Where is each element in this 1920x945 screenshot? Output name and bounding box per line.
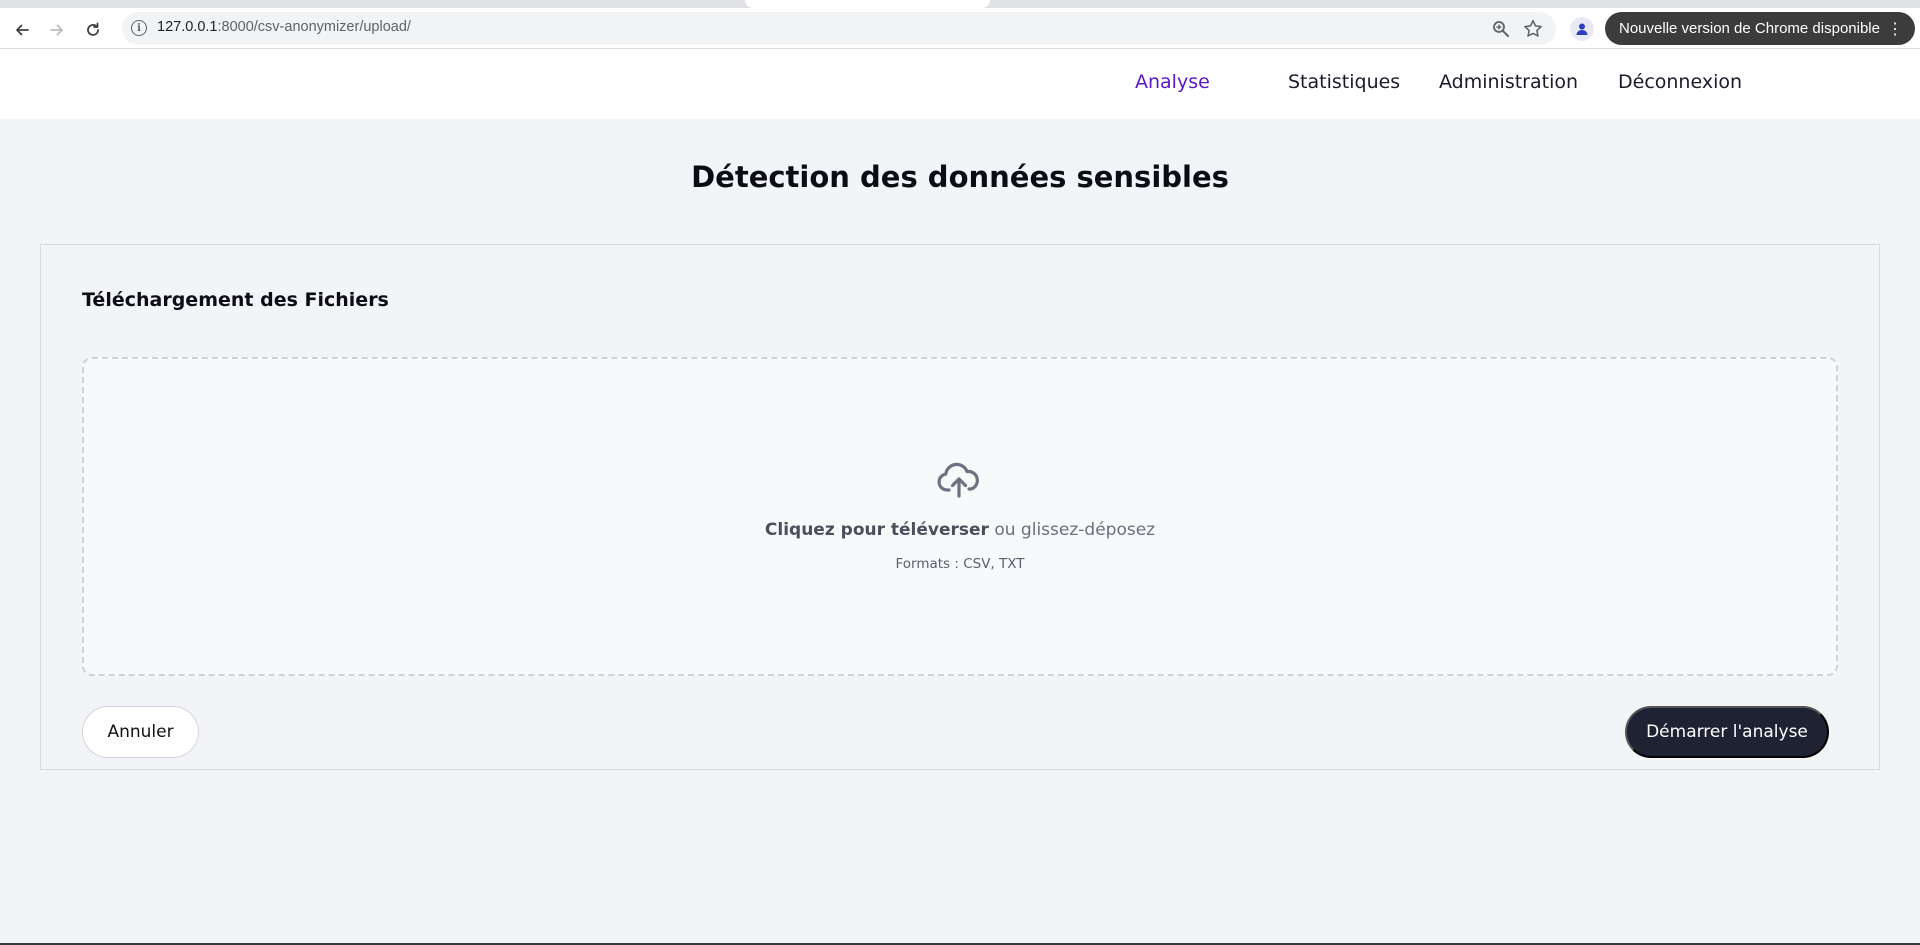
upload-card-title: Téléchargement des Fichiers xyxy=(82,289,389,311)
profile-icon[interactable] xyxy=(1570,17,1594,41)
site-info-icon[interactable]: i xyxy=(131,20,147,36)
browser-tab-strip xyxy=(0,0,1920,8)
browser-active-tab[interactable] xyxy=(745,0,990,8)
dropzone-drop-text: ou glissez-déposez xyxy=(988,520,1156,540)
dropzone-formats: Formats : CSV, TXT xyxy=(895,556,1025,572)
reload-icon[interactable] xyxy=(79,16,107,44)
chrome-update-label: Nouvelle version de Chrome disponible xyxy=(1619,20,1880,37)
url-path: :8000/csv-anonymizer/upload/ xyxy=(217,19,411,35)
nav-deconnexion[interactable]: Déconnexion xyxy=(1618,71,1742,93)
forward-icon[interactable] xyxy=(43,16,71,44)
site-navbar: Analyse Statistiques Administration Déco… xyxy=(0,49,1920,119)
nav-administration[interactable]: Administration xyxy=(1439,71,1578,93)
back-icon[interactable] xyxy=(8,16,36,44)
nav-analyse[interactable]: Analyse xyxy=(1135,71,1210,93)
chrome-update-button[interactable]: Nouvelle version de Chrome disponible ⋮ xyxy=(1605,12,1915,45)
dropzone-click-text[interactable]: Cliquez pour téléverser xyxy=(765,520,989,540)
start-analysis-button[interactable]: Démarrer l'analyse xyxy=(1625,706,1829,758)
url-host: 127.0.0.1 xyxy=(157,19,218,35)
nav-statistiques[interactable]: Statistiques xyxy=(1288,71,1400,93)
cancel-button[interactable]: Annuler xyxy=(82,706,199,758)
bookmark-star-icon[interactable] xyxy=(1522,18,1544,40)
dropzone-instructions: Cliquez pour téléverser ou glissez-dépos… xyxy=(84,520,1836,540)
address-bar[interactable]: i 127.0.0.1:8000/csv-anonymizer/upload/ xyxy=(122,12,1556,45)
browser-toolbar: i 127.0.0.1:8000/csv-anonymizer/upload/ … xyxy=(0,8,1920,49)
cloud-upload-icon xyxy=(937,462,979,498)
upload-card: Téléchargement des Fichiers Cliquez pour… xyxy=(40,244,1880,770)
page-title: Détection des données sensibles xyxy=(691,160,1229,194)
kebab-menu-icon[interactable]: ⋮ xyxy=(1887,19,1903,39)
zoom-icon[interactable] xyxy=(1490,18,1512,40)
file-dropzone[interactable]: Cliquez pour téléverser ou glissez-dépos… xyxy=(82,357,1838,676)
url-text[interactable]: 127.0.0.1:8000/csv-anonymizer/upload/ xyxy=(157,19,411,35)
